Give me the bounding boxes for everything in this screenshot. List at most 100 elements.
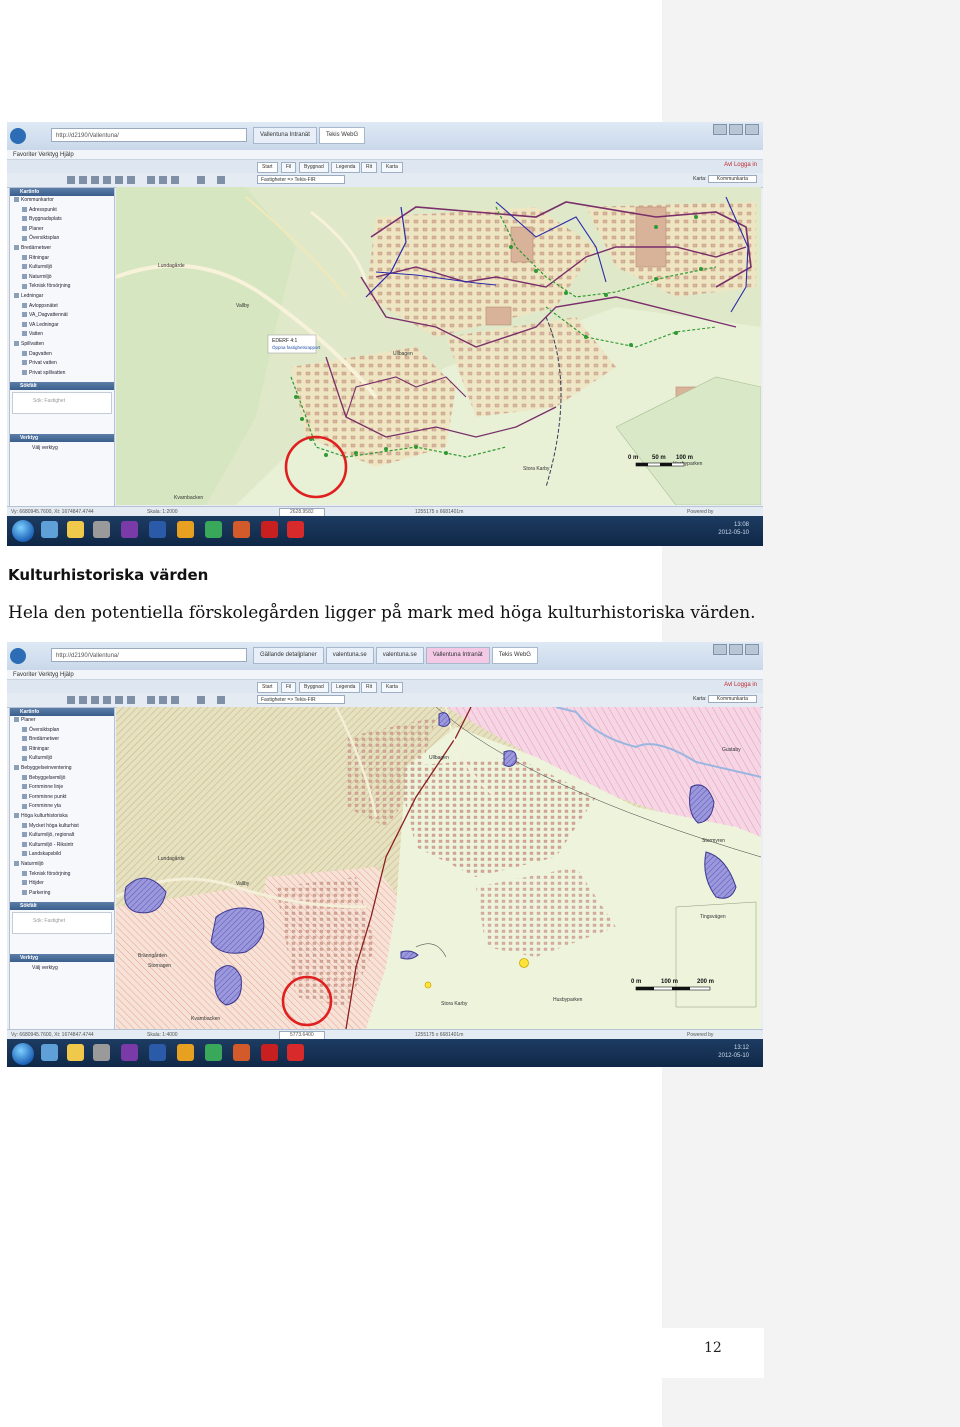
basemap-select[interactable]: Karta: Kommunkarta — [693, 175, 757, 183]
layer-checkbox-icon[interactable] — [14, 341, 19, 347]
onenote-icon[interactable] — [121, 521, 138, 538]
layer-checkbox-icon[interactable] — [22, 312, 27, 318]
measure-icon[interactable] — [115, 696, 123, 704]
layer-item[interactable]: Privat spillvatten — [10, 369, 114, 379]
layer-item[interactable]: Teknisk försörjning — [10, 870, 114, 880]
layer-checkbox-icon[interactable] — [22, 302, 27, 308]
layer-item[interactable]: Avloppsnätet — [10, 302, 114, 312]
select-icon[interactable] — [147, 696, 155, 704]
refresh-icon[interactable] — [159, 176, 167, 184]
layer-checkbox-icon[interactable] — [22, 264, 27, 270]
layer-checkbox-icon[interactable] — [22, 225, 27, 231]
tab-rit[interactable]: Rit — [361, 162, 378, 173]
back-icon[interactable] — [10, 648, 26, 664]
layer-checkbox-icon[interactable] — [22, 273, 27, 279]
print-icon[interactable] — [127, 696, 135, 704]
layer-checkbox-icon[interactable] — [22, 283, 27, 289]
zoom-out-icon[interactable] — [79, 696, 87, 704]
browser-menubar[interactable]: Favoriter Verktyg Hjälp — [7, 150, 763, 160]
tools-app-icon[interactable] — [261, 521, 278, 538]
word-icon[interactable] — [149, 521, 166, 538]
layer-item[interactable]: Teknisk försörjning — [10, 282, 114, 292]
tab-karta[interactable]: Karta — [381, 682, 403, 693]
layer-checkbox-icon[interactable] — [22, 369, 27, 375]
folder-icon[interactable] — [67, 521, 84, 538]
layer-checkbox-icon[interactable] — [22, 822, 27, 828]
pan-icon[interactable] — [91, 696, 99, 704]
layer-item[interactable]: VA_Dagvattennät — [10, 311, 114, 321]
start-icon[interactable] — [12, 1043, 34, 1065]
layer-checkbox-icon[interactable] — [22, 726, 27, 732]
close-icon[interactable] — [745, 644, 759, 655]
layer-item[interactable]: Kulturmiljö — [10, 754, 114, 764]
maximize-icon[interactable] — [729, 124, 743, 135]
layer-checkbox-icon[interactable] — [22, 832, 27, 838]
layer-checkbox-icon[interactable] — [22, 331, 27, 337]
tab-karta[interactable]: Karta — [381, 162, 403, 173]
select-icon[interactable] — [147, 176, 155, 184]
layer-checkbox-icon[interactable] — [22, 755, 27, 761]
layer-item[interactable]: Ritningar — [10, 254, 114, 264]
layer-checkbox-icon[interactable] — [14, 861, 19, 867]
pdf-icon[interactable] — [287, 1044, 304, 1061]
print-icon[interactable] — [127, 176, 135, 184]
outlook-icon[interactable] — [177, 1044, 194, 1061]
layer-item[interactable]: Höjder — [10, 879, 114, 889]
layer-item[interactable]: Spillvatten — [10, 340, 114, 350]
layer-item[interactable]: Fornminne linje — [10, 783, 114, 793]
layer-icon[interactable] — [217, 176, 225, 184]
layer-item[interactable]: Bebyggelsemiljö — [10, 774, 114, 784]
layer-item[interactable]: Naturmiljö — [10, 860, 114, 870]
layer-item[interactable]: Bebyggelseinventering — [10, 764, 114, 774]
layer-checkbox-icon[interactable] — [22, 851, 27, 857]
tab-byggnad[interactable]: Byggnad — [299, 682, 329, 693]
folder-icon[interactable] — [67, 1044, 84, 1061]
layer-item[interactable]: Bredärnetwer — [10, 735, 114, 745]
layer-item[interactable]: Översiktsplan — [10, 726, 114, 736]
minimize-icon[interactable] — [713, 644, 727, 655]
browser-tab[interactable]: valentuna.se — [375, 647, 424, 664]
powerpoint-icon[interactable] — [233, 1044, 250, 1061]
layer-item[interactable]: Kulturmiljö — [10, 263, 114, 273]
layer-checkbox-icon[interactable] — [22, 745, 27, 751]
basemap-select[interactable]: Karta: Kommunkarta — [693, 695, 757, 703]
home-icon[interactable] — [171, 696, 179, 704]
layer-checkbox-icon[interactable] — [14, 717, 19, 723]
layer-item[interactable]: Kulturmiljö - Riksintr — [10, 841, 114, 851]
layer-item[interactable]: Vatten — [10, 330, 114, 340]
layer-checkbox-icon[interactable] — [14, 813, 19, 819]
window-controls[interactable] — [713, 644, 759, 655]
address-bar[interactable]: http://d2190/Vallentuna/ — [51, 648, 247, 662]
tools-select[interactable]: Välj verktyg — [10, 962, 114, 974]
app-icon[interactable] — [93, 521, 110, 538]
layer-item[interactable]: Fornminne punkt — [10, 793, 114, 803]
layer-item[interactable]: Mycket höga kulturhist — [10, 822, 114, 832]
layer-checkbox-icon[interactable] — [22, 206, 27, 212]
refresh-icon[interactable] — [159, 696, 167, 704]
layer-item[interactable]: Privat vatten — [10, 359, 114, 369]
layer-checkbox-icon[interactable] — [22, 889, 27, 895]
layer-icon[interactable] — [217, 696, 225, 704]
layer-item[interactable]: Ritningar — [10, 745, 114, 755]
powerpoint-icon[interactable] — [233, 521, 250, 538]
info-icon[interactable] — [103, 696, 111, 704]
tab-legenda[interactable]: Legenda — [331, 682, 361, 693]
layer-item[interactable]: Dagvatten — [10, 350, 114, 360]
search-input[interactable]: Sök: Fastighet — [12, 392, 112, 415]
layer-checkbox-icon[interactable] — [22, 235, 27, 241]
layer-checkbox-icon[interactable] — [14, 293, 19, 299]
layer-checkbox-icon[interactable] — [22, 360, 27, 366]
layer-item[interactable]: Kommunkartor — [10, 196, 114, 206]
layer-checkbox-icon[interactable] — [22, 216, 27, 222]
ie-icon[interactable] — [41, 521, 58, 538]
tools-app-icon[interactable] — [261, 1044, 278, 1061]
layer-item[interactable]: Översiktsplan — [10, 234, 114, 244]
draw-icon[interactable] — [197, 176, 205, 184]
browser-tab[interactable]: valentuna.se — [325, 647, 374, 664]
layer-item[interactable]: Höga kulturhistoriska — [10, 812, 114, 822]
browser-tab[interactable]: Tekis WebG — [318, 127, 366, 144]
layer-item[interactable]: Naturmiljö — [10, 273, 114, 283]
zoom-in-icon[interactable] — [67, 176, 75, 184]
map-canvas[interactable]: Lundagårde Vallby Ullbagen Stora Karby K… — [115, 706, 762, 1030]
layer-item[interactable]: VA Ledningar — [10, 321, 114, 331]
